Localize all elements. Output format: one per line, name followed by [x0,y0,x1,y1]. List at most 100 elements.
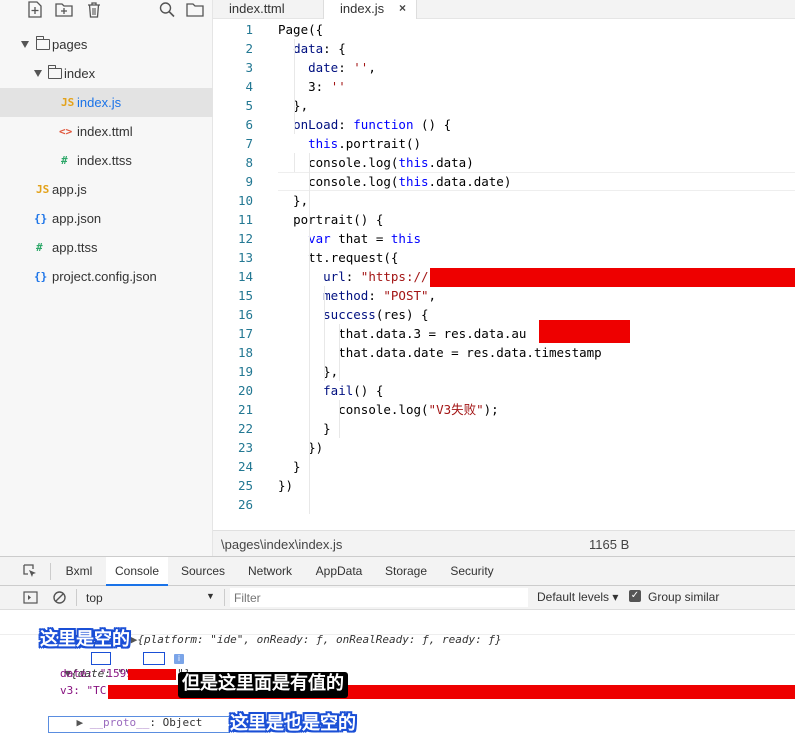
tree-file-project-config[interactable]: {} project.config.json [0,262,213,291]
js-file-icon: JS [36,183,50,196]
code-line: fail() { [323,383,384,398]
close-icon[interactable]: × [399,0,406,17]
console-filter-input[interactable] [230,588,528,607]
line-number: 7 [245,136,253,151]
group-similar-checkbox[interactable]: ✓ [629,590,641,602]
tab-index-js[interactable]: index.js × [323,0,417,19]
line-number: 3 [245,60,253,75]
line-number: 8 [245,155,253,170]
code-line: that.data.date = res.data.timestamp [338,345,602,360]
highlight-box [143,652,165,665]
devtools-tabbar: Bxml Console Sources Network AppData Sto… [0,556,795,586]
line-number: 6 [245,117,253,132]
indent-guide [339,324,340,381]
code-line: data: { [293,41,346,56]
indent-guide [339,400,340,438]
code-line: console.log("V3失败"); [338,402,499,417]
tab-bxml[interactable]: Bxml [58,557,100,586]
code-line: Page({ [278,22,324,37]
tab-storage[interactable]: Storage [378,557,434,586]
tab-security[interactable]: Security [444,557,500,586]
editor-statusbar: \pages\index\index.js 1165 B [213,530,795,556]
code-line: 3: '' [308,79,346,94]
tab-appdata[interactable]: AppData [310,557,368,586]
line-number: 15 [237,288,253,303]
tree-file-app-ttss[interactable]: # app.ttss [0,233,213,262]
line-number: 5 [245,98,253,113]
tree-file-index-js[interactable]: JS index.js [0,88,213,117]
tree-file-index-ttss[interactable]: # index.ttss [0,146,213,175]
line-number: 18 [237,345,253,360]
code-line: date: '', [308,60,376,75]
redaction-block [128,669,176,680]
tree-file-app-json[interactable]: {} app.json [0,204,213,233]
code-editor[interactable]: 1 2 3 4 5 6 7 8 9 10 11 12 13 14 15 16 17 18 19 20 21 22 23 24 2… [213,20,795,530]
tree-label: index.js [77,95,122,110]
tab-network[interactable]: Network [240,557,300,586]
code-line: console.log(this.data.date) [308,174,512,189]
code-line: }) [278,478,294,493]
line-number: 26 [237,497,253,512]
search-icon[interactable] [158,1,176,18]
log-levels-select[interactable]: Default levels ▾ [537,590,618,604]
line-number: 20 [237,383,253,398]
line-number: 25 [237,478,253,493]
console-output: TMAConfig ▶{platform: "ide", onReady: ƒ,… [0,610,795,747]
sidebar-toggle-icon[interactable] [23,590,38,605]
style-file-icon: # [36,241,43,254]
dropdown-arrow-icon: ▼ [206,591,215,601]
file-explorer: pages index JS index.js <> index.ttml # … [0,0,213,556]
line-number: 14 [237,269,253,284]
divider [50,563,51,580]
tab-index-ttml[interactable]: index.ttml [213,0,321,19]
file-size: 1165 B [589,537,630,552]
json-file-icon: {} [34,270,48,283]
context-select[interactable]: top ▼ [82,588,218,607]
code-line: console.log(this.data) [308,155,474,170]
line-number: 10 [237,193,253,208]
tree-label: project.config.json [52,269,157,284]
code-line: this.portrait() [308,136,422,151]
divider [224,589,225,606]
inspect-element-icon[interactable] [23,564,38,579]
caret-down-icon [21,41,29,48]
tree-label: index.ttml [77,124,133,139]
indent-guide [309,248,310,514]
tab-label: index.js [340,1,385,16]
console-line-proto[interactable]: ▶ __proto__: Object [50,699,203,729]
code-line: that.data.3 = res.data.au [338,326,527,341]
line-number: 11 [237,212,253,227]
delete-icon[interactable] [85,1,103,18]
redaction-block [539,320,630,343]
folder-icon [47,65,62,79]
tree-file-index-ttml[interactable]: <> index.ttml [0,117,213,146]
line-number: 22 [237,421,253,436]
tree-label: app.js [52,182,87,197]
tree-folder-index[interactable]: index [0,59,213,88]
tab-console[interactable]: Console [106,557,168,586]
tab-label: index.ttml [229,1,285,16]
redaction-block [430,268,795,287]
open-folder-icon[interactable] [186,1,204,18]
line-number: 23 [237,440,253,455]
code-line: url: "https:// [323,269,429,284]
line-number: 1 [245,22,253,37]
new-file-icon[interactable] [26,1,44,18]
line-number: 19 [237,364,253,379]
annotation-has-value: 但是这里面是有值的 [178,672,348,698]
code-line: success(res) { [323,307,429,322]
tab-sources[interactable]: Sources [176,557,230,586]
tree-label: index [64,66,96,81]
code-line: tt.request({ [308,250,399,265]
code-line: onLoad: function () { [293,117,452,132]
tree-file-app-js[interactable]: JS app.js [0,175,213,204]
info-badge-icon: i [174,654,184,664]
line-number: 9 [245,174,253,189]
code-line: } [278,459,301,474]
tree-label: app.ttss [52,240,98,255]
clear-console-icon[interactable] [52,590,67,605]
tree-folder-pages[interactable]: pages [0,30,213,59]
console-line-v3: v3: "TC [60,684,107,697]
line-number: 17 [237,326,253,341]
new-folder-icon[interactable] [55,1,73,18]
